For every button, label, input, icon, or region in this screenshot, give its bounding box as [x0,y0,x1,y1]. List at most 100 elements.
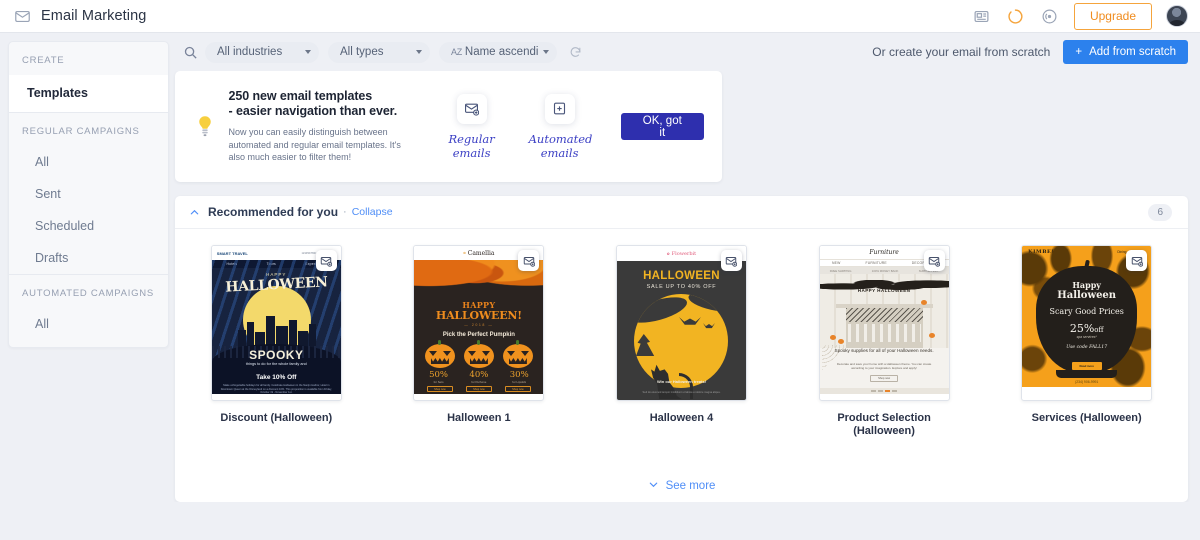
shop-now-button: Shop now [426,386,453,392]
sidebar-item-scheduled[interactable]: Scheduled [9,210,168,242]
template-card-name: Services (Halloween) [1031,412,1142,424]
envelope-plus-icon [315,250,337,271]
footer-swatch [885,389,891,393]
envelope-icon [14,8,31,25]
envelope-plus-icon [923,250,945,271]
discount-item: 50% for Sets [421,370,457,384]
envelope-plus-icon [1126,250,1148,271]
discount-for: for Lipstick [512,380,527,384]
thumb-offer-text: Take 10% Off [256,374,297,381]
footer-swatch [871,389,877,393]
banner-paragraph: Now you can easily distinguish between a… [228,127,401,163]
thumb-phone: (234) 906-9991 [1075,380,1099,384]
page-title: Email Marketing [41,8,147,24]
template-card-grid: SMART TRAVEL 1234567890 www.@mail.com Ho… [175,229,1188,438]
chevron-down-icon [305,50,311,54]
filter-types[interactable]: All types [328,41,430,63]
thumb-paragraph: Decorate and save your home with a Hallo… [836,362,932,371]
envelope-plus-icon [456,93,487,124]
thumb-win-text: Win our Halloween treats! [656,379,707,384]
moon-notch [633,294,690,328]
template-thumbnail[interactable]: KIMBERLYN Rooms Dining Events Happy [1021,245,1153,401]
search-icon[interactable] [175,45,205,60]
sidebar-group-create: CREATE [22,55,65,66]
add-from-scratch-button[interactable]: + Add from scratch [1063,40,1188,64]
banner-column-regular: Regular emails [441,93,503,160]
thumb-halloween-text: Halloween [1057,290,1117,301]
template-card-name: Halloween 4 [649,412,714,424]
collapse-link[interactable]: Collapse [352,206,393,218]
envelope-plus-icon [720,250,742,271]
pumpkin-prop [829,335,836,340]
reset-icon[interactable] [569,46,582,59]
top-bar: Email Marketing Upgrade [0,0,1200,33]
sidebar-item-all-regular[interactable]: All [9,146,168,178]
content-area: 250 new email templates - easier navigat… [169,71,1200,502]
banner-label-automated-line2: emails [540,145,579,160]
template-card[interactable]: ✿ Flowerbit HALLOWEEN SALE UP TO 40% OFF [604,245,759,438]
discount-item: 40% for Perfume [461,370,497,384]
thumb-halloween-text: HALLOWEEN! [435,309,522,322]
filter-sort[interactable]: AZ Name ascending [439,41,557,63]
discount-for: for Sets [433,380,444,384]
banner-label-regular-line2: emails [452,145,491,160]
sidebar-item-all-automated[interactable]: All [9,308,168,347]
pumpkin-prop [920,300,927,305]
toolbar-right: Or create your email from scratch + Add … [872,40,1188,64]
banner-label-regular-line1: Regular [448,131,495,146]
thumb-title-text: HALLOWEEN [643,270,720,282]
chevron-up-icon[interactable] [189,207,200,218]
thumb-discount: 25%off [1022,322,1151,335]
see-more-button[interactable]: See more [175,469,1188,502]
sidebar-item-sent[interactable]: Sent [9,178,168,210]
template-thumbnail[interactable]: ✿ Camellia Makeup Fragrance Solutions [413,245,545,401]
filter-industries[interactable]: All industries [205,41,319,63]
news-icon[interactable] [973,8,990,25]
template-card-name: Discount (Halloween) [220,412,333,424]
thumb-brand: Camellia [467,249,495,257]
discount-for: for Perfume [471,380,487,384]
loading-spinner-icon[interactable] [1007,8,1024,25]
thumb-headline: Spooky supplies for all of your Hallowee… [834,348,934,353]
template-thumbnail[interactable]: ✿ Flowerbit HALLOWEEN SALE UP TO 40% OFF [615,245,747,401]
discount-pct: 50% [429,370,448,380]
filter-toolbar: All industries All types AZ Name ascendi… [169,33,1200,71]
ok-got-it-button[interactable]: OK, got it [620,113,704,140]
pumpkin-prop [837,339,844,344]
thumb-brand: Furniture [869,249,899,256]
skeleton-garland [847,324,921,342]
avatar[interactable] [1166,5,1188,27]
thumb-fineprint: Sed do eiusmod tempor incididunt ut labo… [642,391,721,395]
document-plus-icon [544,93,575,124]
lightbulb-icon [193,115,217,139]
thumb-sub-text: things to do for the whole family and [245,362,307,366]
shop-now-button: Shop now [504,386,531,392]
template-card[interactable]: ✿ Camellia Makeup Fragrance Solutions [401,245,556,438]
template-card-name: Product Selection (Halloween) [837,412,931,437]
filter-sort-label: Name ascending [464,46,539,58]
discount-suffix: off [1094,326,1104,334]
add-from-scratch-label: Add from scratch [1089,46,1176,58]
broadcast-icon[interactable] [1041,8,1058,25]
recommended-separator: · [343,206,347,218]
banner-text-block: 250 new email templates - easier navigat… [229,89,419,164]
banner-column-automated: Automated emails [528,93,593,160]
sidebar-item-drafts[interactable]: Drafts [9,242,168,274]
template-thumbnail[interactable]: SMART TRAVEL 1234567890 www.@mail.com Ho… [210,245,342,401]
moon-notch-2 [686,294,728,316]
envelope-plus-icon [518,250,540,271]
template-card[interactable]: KIMBERLYN Rooms Dining Events Happy [1009,245,1164,438]
main-content: All industries All types AZ Name ascendi… [169,33,1200,540]
upgrade-button[interactable]: Upgrade [1073,2,1152,30]
template-card[interactable]: Furniture NEW FURNITURE DECORATING FREE … [807,245,962,438]
template-thumbnail[interactable]: Furniture NEW FURNITURE DECORATING FREE … [818,245,950,401]
template-card[interactable]: SMART TRAVEL 1234567890 www.@mail.com Ho… [199,245,354,438]
recommended-panel: Recommended for you · Collapse 6 SMART T… [175,196,1188,502]
promo-strip-item: 100% MONEY BACK [871,268,899,273]
thumb-subtitle-text: SALE UP TO 40% OFF [646,284,717,290]
banner-label-automated-line1: Automated [528,131,593,146]
shop-button-row: Shop now Shop now Shop now [414,386,543,392]
pumpkin-icon [502,340,533,368]
thumb-year-text: — 2018 — [464,323,494,327]
sidebar-item-templates[interactable]: Templates [9,75,168,112]
